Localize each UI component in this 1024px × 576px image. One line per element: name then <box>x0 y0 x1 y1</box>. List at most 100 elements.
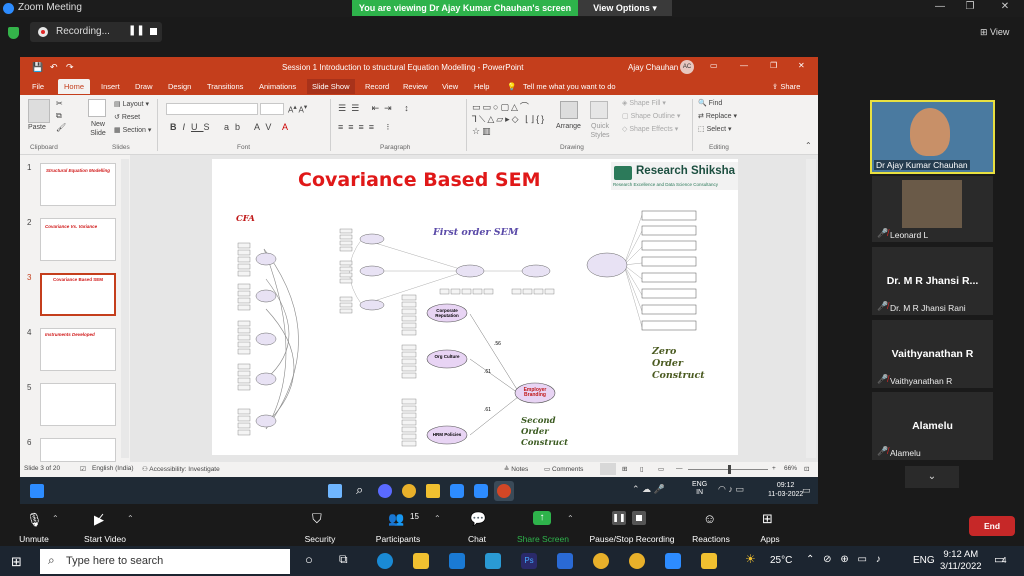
view-options-button[interactable]: View Options ▾ <box>578 0 672 16</box>
redo-icon[interactable]: ↷ <box>66 62 74 73</box>
video-off-icon[interactable]: ▶̸ <box>94 512 104 528</box>
stop-recording-icon[interactable] <box>150 28 157 35</box>
notification-icon[interactable]: ▭ <box>802 485 811 496</box>
find-button[interactable]: 🔍 Find <box>698 99 722 107</box>
pause-recording-icon[interactable]: ❚❚ <box>612 511 626 525</box>
shape-outline-button[interactable]: ▢ Shape Outline ▾ <box>622 112 680 120</box>
task-view-icon[interactable]: ⧉ <box>339 552 348 567</box>
reading-view-icon[interactable]: ▯ <box>640 465 644 473</box>
font-name-box[interactable] <box>166 103 258 115</box>
tab-help[interactable]: Help <box>474 82 489 91</box>
ppt-minimize-icon[interactable]: — <box>740 61 748 70</box>
tab-transitions[interactable]: Transitions <box>207 82 243 91</box>
app-icon[interactable] <box>30 484 44 498</box>
ribbon-display-icon[interactable]: ▭ <box>710 61 718 70</box>
tab-record[interactable]: Record <box>365 82 389 91</box>
temperature[interactable]: 25°C <box>770 555 792 566</box>
tray-icons[interactable]: ⌃ ⊘ ⊕ ▭ ♪ <box>806 554 884 565</box>
quick-styles-label[interactable]: Quick Styles <box>586 122 614 140</box>
new-slide-label[interactable]: New Slide <box>86 120 110 138</box>
participant-tile[interactable]: 🎤̸ Leonard L <box>872 176 993 242</box>
security-shield-icon[interactable] <box>8 27 19 39</box>
clock[interactable]: 9:12 AM 3/11/2022 <box>940 549 982 573</box>
slide-thumbnail-6[interactable] <box>40 438 116 462</box>
slide-thumbnail-3[interactable]: Covariance Based SEM <box>40 273 116 316</box>
clock[interactable]: 09:12 11-03-2022 <box>768 481 803 499</box>
reset-button[interactable]: ↺ Reset <box>114 113 140 121</box>
collapse-ribbon-icon[interactable]: ⌃ <box>805 141 812 150</box>
mail-icon[interactable] <box>449 553 465 569</box>
slide-sorter-icon[interactable]: ⊞ <box>622 465 627 473</box>
view-button[interactable]: ⊞ View <box>980 27 1009 38</box>
thumbnail-scrollbar[interactable] <box>121 159 129 458</box>
slide-thumbnail-1[interactable]: Structural Equation Modelling <box>40 163 116 206</box>
audio-options-chevron-icon[interactable]: ⌃ <box>52 514 59 523</box>
arrange-label[interactable]: Arrange <box>556 123 581 130</box>
pause-recording-icon[interactable]: ❚❚ <box>128 25 145 36</box>
font-size-box[interactable] <box>260 103 284 115</box>
edit-scrollbar[interactable] <box>806 159 816 458</box>
ppt-restore-icon[interactable]: ❐ <box>770 61 777 70</box>
tab-draw[interactable]: Draw <box>135 82 153 91</box>
file-explorer-icon[interactable] <box>413 553 429 569</box>
zoom-taskbar-icon[interactable] <box>665 553 681 569</box>
user-name[interactable]: Ajay Chauhan <box>628 63 678 72</box>
edge-icon[interactable] <box>377 553 393 569</box>
font-grow-icon[interactable]: A▴ A▾ <box>288 103 307 115</box>
dropbox-icon[interactable] <box>557 553 573 569</box>
cut-icon[interactable]: ✂ <box>56 99 63 108</box>
participant-tile[interactable]: Dr. M R Jhansi R... 🎤̸ Dr. M R Jhansi Ra… <box>872 247 993 315</box>
participants-button[interactable]: Participants <box>372 534 424 544</box>
taskbar-search[interactable]: ⌕ Type here to search <box>40 549 290 574</box>
spellcheck-icon[interactable]: ☑ <box>80 465 86 473</box>
format-painter-icon[interactable]: 🖌 <box>56 123 66 132</box>
tray-icons[interactable]: ⌃ ☁ 🎤 <box>632 484 665 495</box>
shapes-gallery[interactable]: ▭▭○▢△⌒ ⅂⟍△▱▸◇ ⌊⌋{}☆▥ <box>472 101 552 137</box>
minimize-icon[interactable]: — <box>930 1 950 12</box>
security-button[interactable]: Security <box>298 534 342 544</box>
chat-icon[interactable]: 💬 <box>470 511 486 527</box>
normal-view-icon[interactable] <box>600 463 616 475</box>
zoom-in-icon[interactable]: + <box>772 465 776 472</box>
ppt-close-icon[interactable]: ✕ <box>798 61 805 70</box>
participant-tile-speaker[interactable]: Dr Ajay Kumar Chauhan <box>870 100 995 174</box>
layout-button[interactable]: ▤ Layout ▾ <box>114 100 149 108</box>
tab-design[interactable]: Design <box>168 82 191 91</box>
section-button[interactable]: ▦ Section ▾ <box>114 126 151 134</box>
accessibility-status[interactable]: ⚇ Accessibility: Investigate <box>142 465 220 473</box>
unmute-button[interactable]: Unmute <box>14 534 54 544</box>
security-shield-icon[interactable]: ⛉ <box>312 511 322 527</box>
windows-start-icon[interactable] <box>328 484 342 498</box>
quick-styles-icon[interactable] <box>590 101 608 119</box>
windows-start-icon[interactable]: ⊞ <box>11 554 22 570</box>
select-button[interactable]: ⬚ Select ▾ <box>698 125 732 133</box>
start-video-button[interactable]: Start Video <box>80 534 130 544</box>
undo-icon[interactable]: ↶ <box>50 62 58 73</box>
folder-icon[interactable] <box>701 553 717 569</box>
chrome-icon[interactable] <box>593 553 609 569</box>
cortana-icon[interactable]: ○ <box>305 552 313 567</box>
explorer-icon[interactable] <box>426 484 440 498</box>
video-options-chevron-icon[interactable]: ⌃ <box>127 514 134 523</box>
apps-icon[interactable]: ⊞ <box>762 511 773 527</box>
list-icons[interactable]: ☰☰ ⇤⇥ ↕ <box>338 103 414 114</box>
end-meeting-button[interactable]: End <box>969 516 1015 536</box>
apps-button[interactable]: Apps <box>755 534 785 544</box>
share-options-chevron-icon[interactable]: ⌃ <box>567 514 574 523</box>
tab-home[interactable]: Home <box>58 79 91 94</box>
paste-icon[interactable] <box>28 99 50 123</box>
stop-recording-icon[interactable] <box>632 511 646 525</box>
replace-button[interactable]: ⇄ Replace ▾ <box>698 112 737 120</box>
zoom-out-icon[interactable]: — <box>676 465 683 472</box>
comments-button[interactable]: ▭ Comments <box>544 465 583 473</box>
fit-slide-icon[interactable]: ⊡ <box>804 465 809 473</box>
font-format-row[interactable]: BIUS ab AV <box>170 122 277 132</box>
user-avatar[interactable]: AC <box>680 60 694 74</box>
align-icons[interactable]: ≡≡≡≡ ⁝ <box>338 122 394 133</box>
participant-tile[interactable]: Vaithyanathan R 🎤̸ Vaithyanathan R <box>872 320 993 388</box>
copy-icon[interactable]: ⧉ <box>56 111 62 121</box>
input-language[interactable]: ENG <box>913 555 935 566</box>
photoshop-icon[interactable]: Ps <box>521 553 537 569</box>
tab-insert[interactable]: Insert <box>101 82 120 91</box>
chrome-icon[interactable] <box>402 484 416 498</box>
